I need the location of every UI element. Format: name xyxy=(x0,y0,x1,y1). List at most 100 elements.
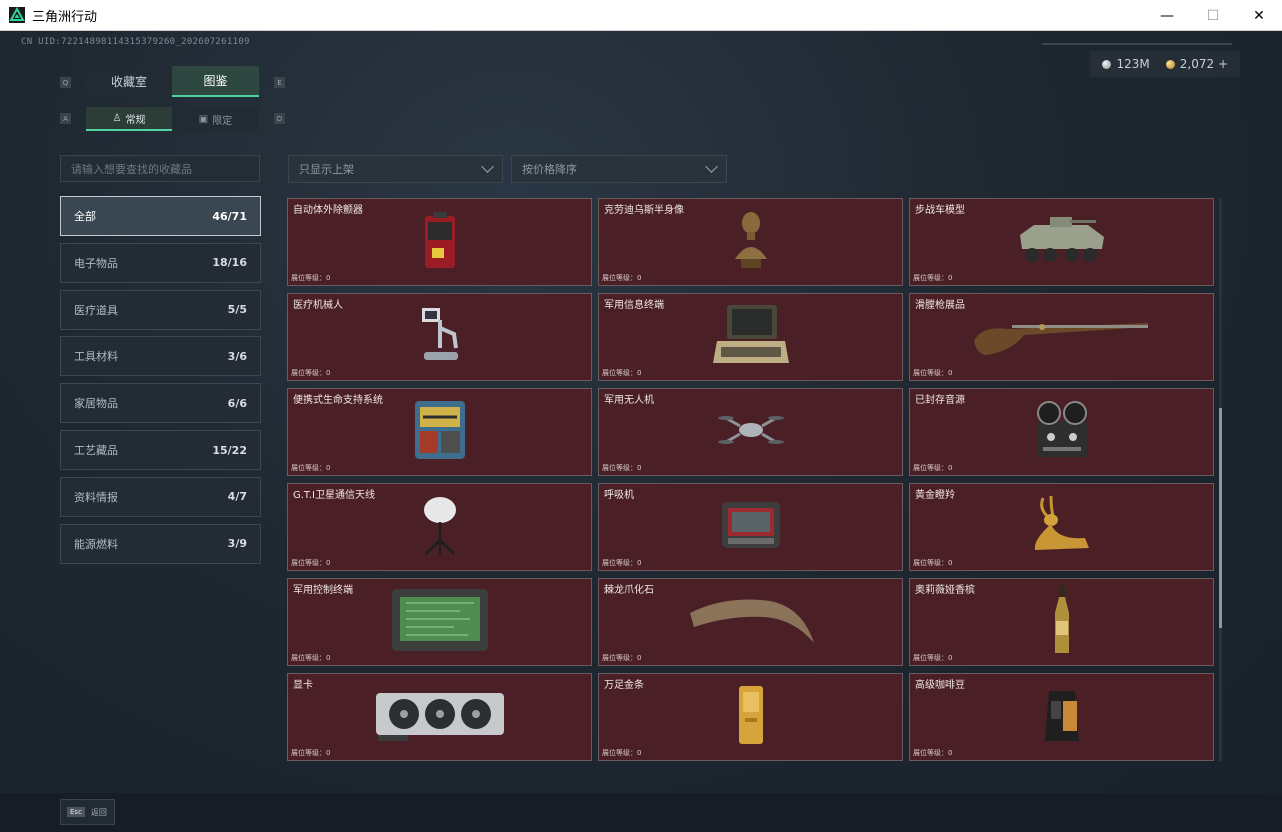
display-level: 展位等级：0 xyxy=(913,274,953,282)
add-currency-button[interactable]: + xyxy=(1218,57,1228,71)
category-label: 全部 xyxy=(74,210,96,223)
category-label: 资料情报 xyxy=(74,490,118,504)
display-level: 展位等级：0 xyxy=(913,749,953,757)
display-level: 展位等级：0 xyxy=(913,464,953,472)
collection-item-card[interactable]: 高级咖啡豆 展位等级：0 xyxy=(909,673,1214,761)
q-key-hint: Q xyxy=(60,77,71,88)
sort-dropdown[interactable]: 按价格降序 xyxy=(511,155,727,183)
back-button[interactable]: Esc 返回 xyxy=(60,799,115,825)
claw-fossil-icon xyxy=(686,593,816,651)
collection-item-card[interactable]: 自动体外除颤器 展位等级：0 xyxy=(287,198,592,286)
item-name: 呼吸机 xyxy=(604,490,634,501)
life-support-icon xyxy=(411,397,469,467)
collection-item-card[interactable]: 万足金条展位等级：0 xyxy=(598,673,903,761)
item-name: 万足金条 xyxy=(604,680,644,691)
display-level: 展位等级：0 xyxy=(913,654,953,662)
item-name: 军用控制终端 xyxy=(293,585,353,596)
category-label: 医疗道具 xyxy=(74,303,118,317)
silver-currency: 123M xyxy=(1102,57,1150,71)
scrollbar-thumb[interactable] xyxy=(1219,408,1222,628)
collection-item-card[interactable]: 医疗机械人 展位等级：0 xyxy=(287,293,592,381)
collection-item-card[interactable]: 军用信息终端 展位等级：0 xyxy=(598,293,903,381)
app-logo-icon xyxy=(9,7,25,23)
golden-gazelle-icon xyxy=(1029,494,1095,560)
gold-bar-icon xyxy=(737,684,765,750)
medical-robot-icon xyxy=(416,304,464,370)
search-input[interactable]: 请输入想要查找的收藏品 xyxy=(60,155,260,182)
ventilator-icon xyxy=(720,498,782,556)
shelf-filter-dropdown[interactable]: 只显示上架 xyxy=(288,155,503,183)
category-label: 能源燃料 xyxy=(74,537,118,551)
collection-item-card[interactable]: 棘龙爪化石展位等级：0 xyxy=(598,578,903,666)
collection-grid: 自动体外除颤器 展位等级：0 克劳迪乌斯半身像 展位等级：0 步战车模型 展位等级：0 医疗… xyxy=(287,198,1214,761)
category-label: 工艺藏品 xyxy=(74,444,118,457)
category-item[interactable]: 电子物品 18/16 xyxy=(60,242,261,283)
currency-bar: 123M 2,072 + xyxy=(1090,51,1240,77)
e-key-hint: E xyxy=(274,77,285,88)
collection-item-card[interactable]: 滑膛枪展品 展位等级：0 xyxy=(909,293,1214,381)
item-name: 棘龙爪化石 xyxy=(604,585,654,596)
graphics-card-icon xyxy=(374,687,506,747)
subtab-regular[interactable]: ♙ 常规 xyxy=(86,107,172,131)
maximize-button[interactable]: ☐ xyxy=(1190,0,1236,31)
collection-item-card[interactable]: 显卡 展位等级：0 xyxy=(287,673,592,761)
category-count: 4/7 xyxy=(227,490,247,504)
display-level: 展位等级：0 xyxy=(291,749,331,757)
chevron-down-icon xyxy=(481,160,494,173)
minimize-button[interactable]: — xyxy=(1144,0,1190,31)
military-terminal-icon xyxy=(711,303,791,371)
display-level: 展位等级：0 xyxy=(602,559,642,567)
category-label: 工具材料 xyxy=(74,350,118,364)
subtab-limited[interactable]: ▣ 限定 xyxy=(172,107,259,131)
collection-item-card[interactable]: 军用无人机 展位等级：0 xyxy=(598,388,903,476)
collection-item-card[interactable]: 奥莉薇娅香槟 展位等级：0 xyxy=(909,578,1214,666)
category-item[interactable]: 医疗道具 5/5 xyxy=(60,289,261,330)
musket-icon xyxy=(972,311,1152,363)
tab-catalog[interactable]: 图鉴 xyxy=(172,66,259,97)
category-count: 6/6 xyxy=(227,396,247,410)
category-item[interactable]: 工具材料 3/6 xyxy=(60,336,261,377)
drone-icon xyxy=(716,408,786,456)
shelf-filter-value: 只显示上架 xyxy=(299,163,354,176)
item-name: 奥莉薇娅香槟 xyxy=(915,585,975,596)
category-count: 18/16 xyxy=(212,256,247,270)
display-level: 展位等级：0 xyxy=(602,654,642,662)
display-level: 展位等级：0 xyxy=(602,369,642,377)
category-item[interactable]: 资料情报 4/7 xyxy=(60,476,261,517)
display-level: 展位等级：0 xyxy=(291,369,331,377)
satellite-dish-icon xyxy=(412,492,468,562)
esc-key-hint: Esc xyxy=(67,807,85,817)
coffee-bag-icon xyxy=(1043,687,1081,747)
collection-item-card[interactable]: 便携式生命支持系统 展位等级：0 xyxy=(287,388,592,476)
window-titlebar: 三角洲行动 — ☐ ✕ xyxy=(0,0,1282,31)
subtab-regular-label: 常规 xyxy=(125,114,146,126)
item-name: 军用信息终端 xyxy=(604,300,664,311)
gold-coin-icon xyxy=(1165,60,1175,69)
control-terminal-icon xyxy=(390,587,490,657)
category-count: 15/22 xyxy=(212,443,247,457)
collection-item-card[interactable]: 克劳迪乌斯半身像 展位等级：0 xyxy=(598,198,903,286)
gold-amount: 2,072 xyxy=(1179,57,1215,71)
chevron-down-icon xyxy=(705,160,718,173)
collection-item-card[interactable]: 呼吸机展位等级：0 xyxy=(598,483,903,571)
top-divider xyxy=(1042,43,1232,45)
regular-icon: ♙ xyxy=(112,112,122,124)
scrollbar-track[interactable] xyxy=(1219,198,1222,761)
item-name: 已封存音源 xyxy=(915,395,965,406)
category-item[interactable]: 家居物品 6/6 xyxy=(60,383,261,424)
category-item[interactable]: 能源燃料 3/9 xyxy=(60,523,261,564)
subtab-limited-label: 限定 xyxy=(212,115,233,127)
display-level: 展位等级：0 xyxy=(913,369,953,377)
collection-item-card[interactable]: 已封存音源展位等级：0 xyxy=(909,388,1214,476)
item-name: 军用无人机 xyxy=(604,395,654,406)
category-item[interactable]: 全部 46/71 xyxy=(60,196,261,236)
d-key-hint: D xyxy=(274,113,285,124)
tab-collection-room[interactable]: 收藏室 xyxy=(86,66,172,97)
collection-item-card[interactable]: G.T.I卫星通信天线 展位等级：0 xyxy=(287,483,592,571)
collection-item-card[interactable]: 黄金瞪羚 展位等级：0 xyxy=(909,483,1214,571)
category-item[interactable]: 工艺藏品 15/22 xyxy=(60,430,261,470)
close-button[interactable]: ✕ xyxy=(1236,0,1282,31)
display-level: 展位等级：0 xyxy=(602,749,642,757)
collection-item-card[interactable]: 步战车模型 展位等级：0 xyxy=(909,198,1214,286)
collection-item-card[interactable]: 军用控制终端 展位等级：0 xyxy=(287,578,592,666)
